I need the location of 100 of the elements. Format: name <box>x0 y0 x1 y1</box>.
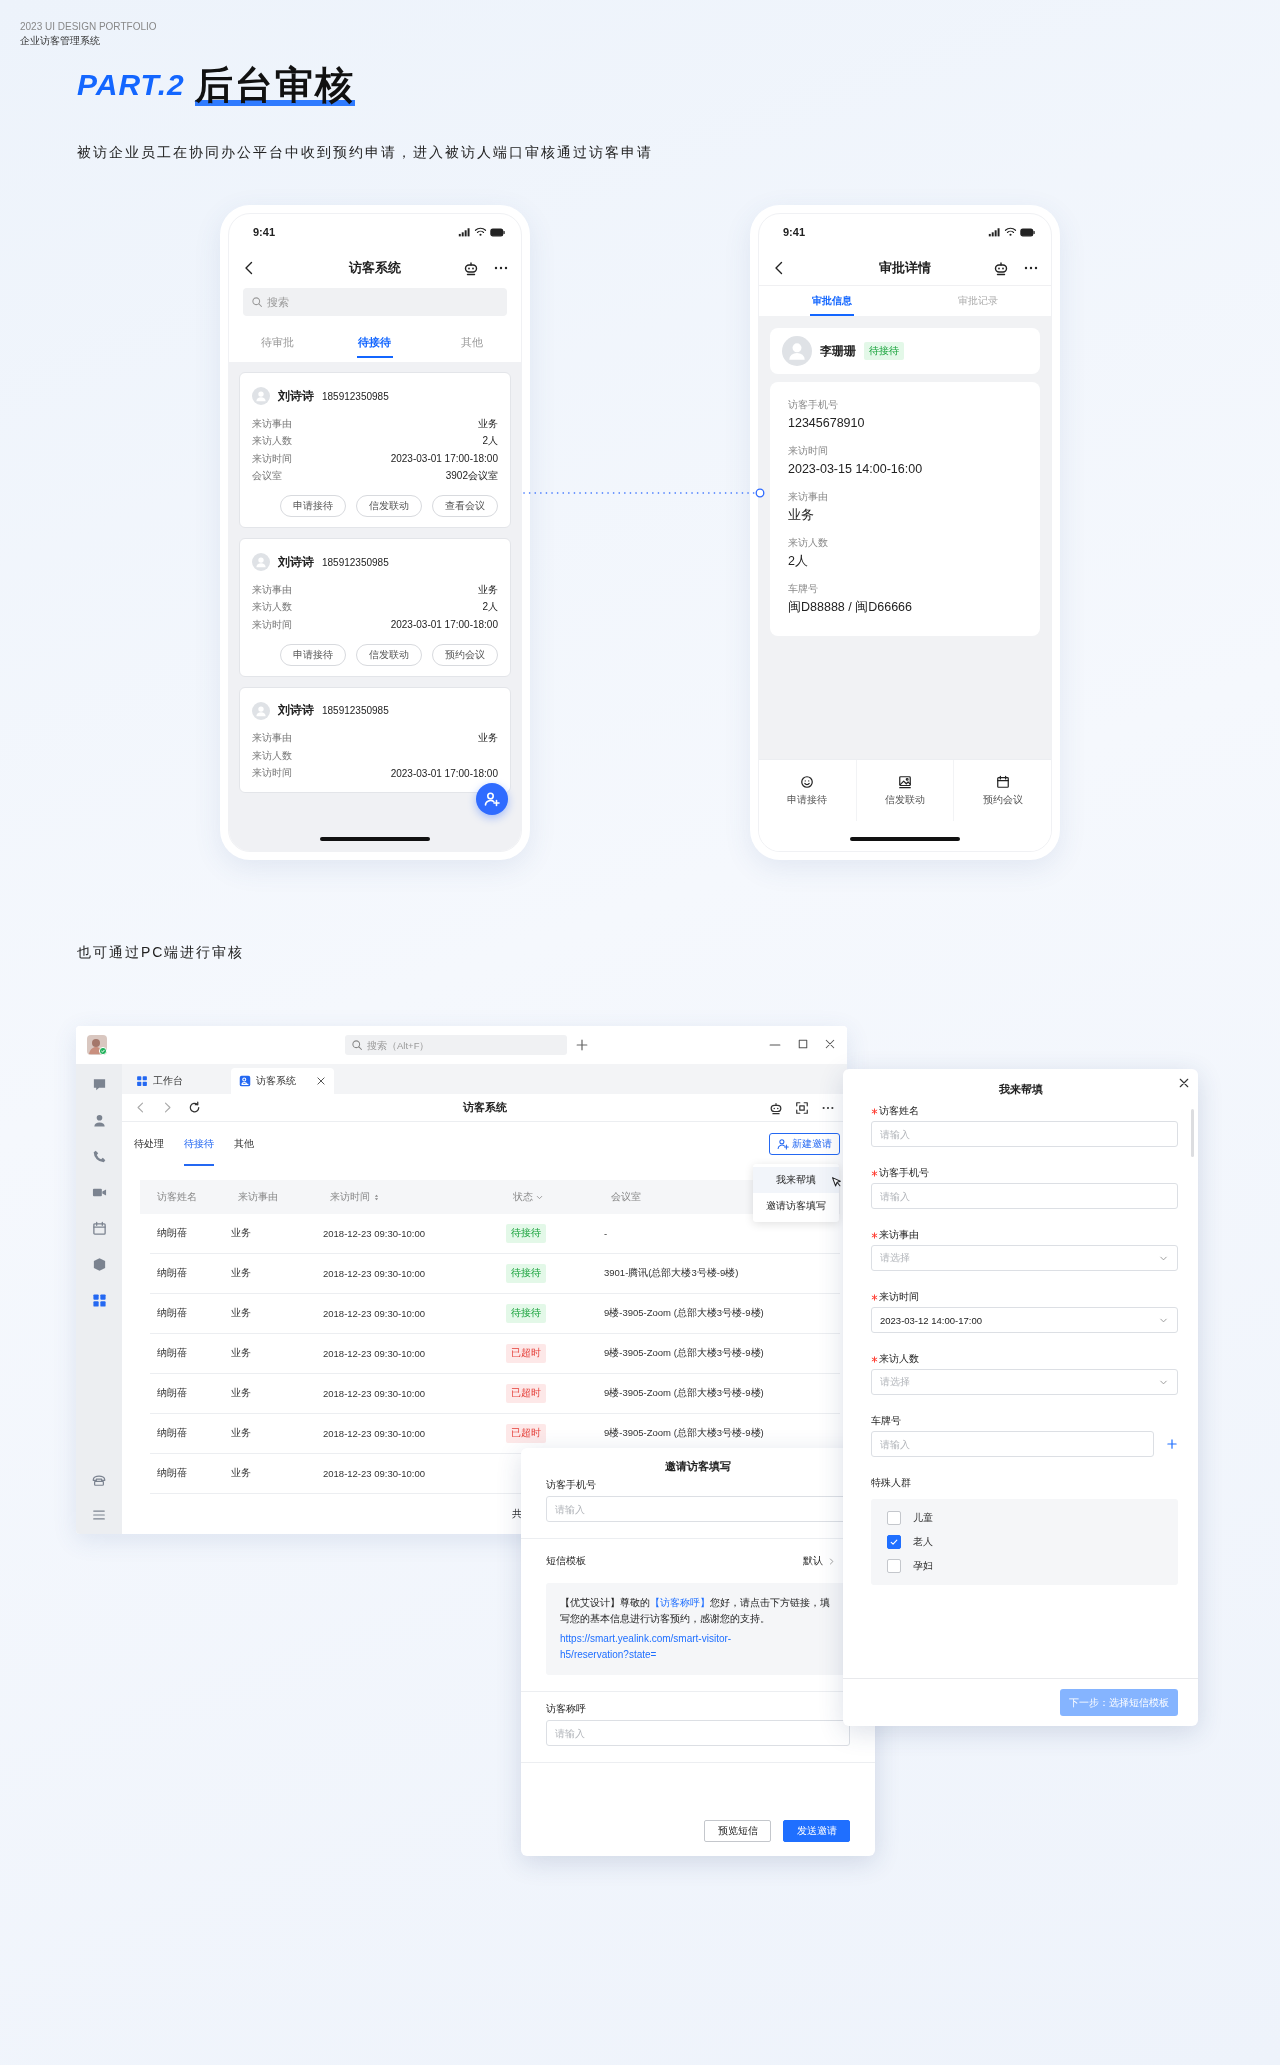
preview-button[interactable]: 预览短信 <box>704 1820 771 1842</box>
screen-title: 审批详情 <box>879 258 931 277</box>
field-label: 来访时间 <box>252 766 292 781</box>
menu-item[interactable]: 我来帮填 <box>753 1167 839 1193</box>
avatar-icon <box>252 701 270 720</box>
action-button[interactable]: 查看会议 <box>432 495 498 517</box>
cube-icon[interactable] <box>91 1257 107 1272</box>
tab[interactable]: 待接待 <box>184 1122 214 1166</box>
field-label: 访客称呼 <box>546 1702 587 1716</box>
search-field[interactable]: 搜索（Alt+F） <box>345 1035 567 1055</box>
field-label: 访客姓名 <box>879 1104 919 1118</box>
send-button[interactable]: 发送邀请 <box>783 1820 850 1842</box>
status-badge: 已超时 <box>506 1344 546 1363</box>
table-cell-text: 3901-腾讯(总部大楼3号楼-9楼) <box>604 1267 740 1280</box>
table-cell-text: 纳朗蓓 <box>156 1267 188 1280</box>
search-field[interactable]: 搜索 <box>243 288 507 316</box>
field-label: 来访时间 <box>879 1290 919 1304</box>
tab[interactable]: 待接待 <box>326 322 424 362</box>
table-cell-text: 2018-12-23 09:30-10:00 <box>323 1268 426 1279</box>
status-badge: 待接待 <box>506 1224 546 1243</box>
field-label: 来访人数 <box>879 1352 919 1366</box>
menu-icon[interactable] <box>92 1508 106 1522</box>
field-value: 2023-03-01 17:00-18:00 <box>390 767 498 779</box>
table-cell-text: 纳朗蓓 <box>156 1307 188 1320</box>
section-subtitle: 也可通过PC端进行审核 <box>77 944 245 960</box>
action-button[interactable]: 预约会议 <box>432 643 498 666</box>
menu-item[interactable]: 邀请访客填写 <box>753 1193 839 1219</box>
table-cell-text: 业务 <box>231 1347 252 1360</box>
person-icon[interactable] <box>91 1113 107 1128</box>
input-field[interactable]: 请输入 <box>871 1183 1178 1209</box>
pagination-text: 共 <box>512 1508 522 1521</box>
chevron-right-icon[interactable] <box>827 1556 836 1566</box>
plus-icon[interactable] <box>575 1038 589 1052</box>
column-header: 会议室 <box>610 1190 642 1204</box>
search-icon <box>351 1039 363 1051</box>
sort-icon[interactable] <box>372 1192 381 1202</box>
field-label: 访客手机号 <box>879 1166 929 1180</box>
maximize-icon[interactable] <box>797 1038 809 1050</box>
action-button[interactable]: 信发联动 <box>356 643 422 666</box>
phone-icon[interactable] <box>91 1149 107 1164</box>
avatar-icon <box>252 387 270 405</box>
person-plus-icon <box>484 791 500 807</box>
checkbox[interactable] <box>887 1559 901 1573</box>
tab[interactable]: 审批信息 <box>759 286 905 316</box>
close-icon[interactable] <box>316 1076 326 1086</box>
plus-icon[interactable] <box>1166 1438 1178 1450</box>
action-button[interactable]: 信发联动 <box>356 495 422 517</box>
tab[interactable]: 其他 <box>234 1122 254 1166</box>
table-cell-text: 纳朗蓓 <box>156 1227 188 1240</box>
field-label: 来访时间 <box>252 617 292 632</box>
option-label: 孕妇 <box>913 1559 933 1573</box>
column-header: 状态 <box>513 1190 533 1204</box>
new-invite-button[interactable]: 新建邀请 <box>769 1133 840 1155</box>
tab[interactable]: 工作台 <box>128 1068 231 1094</box>
field-label: 会议室 <box>252 469 282 484</box>
close-icon[interactable] <box>1178 1077 1190 1089</box>
desk-phone-icon[interactable] <box>92 1473 106 1487</box>
table-cell-text: 纳朗蓓 <box>156 1427 188 1440</box>
field-label: 来访事由 <box>788 490 829 504</box>
avatar-icon <box>87 1035 107 1055</box>
status-time: 9:41 <box>783 226 806 238</box>
checkbox[interactable] <box>887 1511 901 1525</box>
phone-number: 185912350985 <box>322 390 389 402</box>
avatar-icon <box>782 336 812 366</box>
table-cell-text: 业务 <box>231 1307 252 1320</box>
field-label: 访客手机号 <box>788 398 839 412</box>
field-label: 特殊人群 <box>871 1476 911 1490</box>
table-cell-text: 纳朗蓓 <box>156 1387 188 1400</box>
field-label: 来访事由 <box>252 416 292 431</box>
field-value: 2人 <box>788 553 809 570</box>
avatar-icon <box>252 553 270 571</box>
robot-icon[interactable] <box>993 259 1009 276</box>
phone-number: 185912350985 <box>322 705 389 716</box>
chat-icon[interactable] <box>91 1077 107 1092</box>
field-value: 2人 <box>482 434 498 449</box>
robot-icon[interactable] <box>463 260 479 276</box>
select-field[interactable]: 2023-03-12 14:00-17:00 <box>871 1307 1178 1333</box>
table-cell-text: 2018-12-23 09:30-10:00 <box>323 1348 426 1359</box>
screenshot-icon[interactable] <box>795 1100 809 1115</box>
picture-frame-icon <box>898 774 912 789</box>
action-button[interactable]: 申请接待 <box>280 495 346 517</box>
tab[interactable]: 访客系统 <box>231 1068 334 1094</box>
table-cell-text: 业务 <box>231 1227 252 1240</box>
tab[interactable]: 待处理 <box>134 1122 164 1166</box>
refresh-icon[interactable] <box>188 1101 201 1114</box>
action-button[interactable]: 申请接待 <box>280 643 346 666</box>
table-cell-text: 2018-12-23 09:30-10:00 <box>323 1228 426 1239</box>
grid-icon[interactable] <box>91 1293 107 1308</box>
status-badge: 待接待 <box>506 1264 546 1283</box>
link[interactable]: https://smart.yealink.com/smart-visitor-h5/reservation?state= <box>560 1631 770 1663</box>
close-icon[interactable] <box>824 1038 836 1050</box>
checkbox[interactable] <box>887 1535 901 1549</box>
field-label: 来访时间 <box>788 444 829 458</box>
field-value: 2023-03-01 17:00-18:00 <box>390 453 498 465</box>
field-value: 2023-03-01 17:00-18:00 <box>390 619 498 631</box>
input-field[interactable]: 请输入 <box>546 1720 850 1746</box>
input-field[interactable]: 请输入 <box>871 1431 1154 1457</box>
calendar-icon[interactable] <box>91 1221 107 1236</box>
robot-icon[interactable] <box>769 1100 783 1115</box>
input-field[interactable]: 请输入 <box>871 1121 1178 1147</box>
